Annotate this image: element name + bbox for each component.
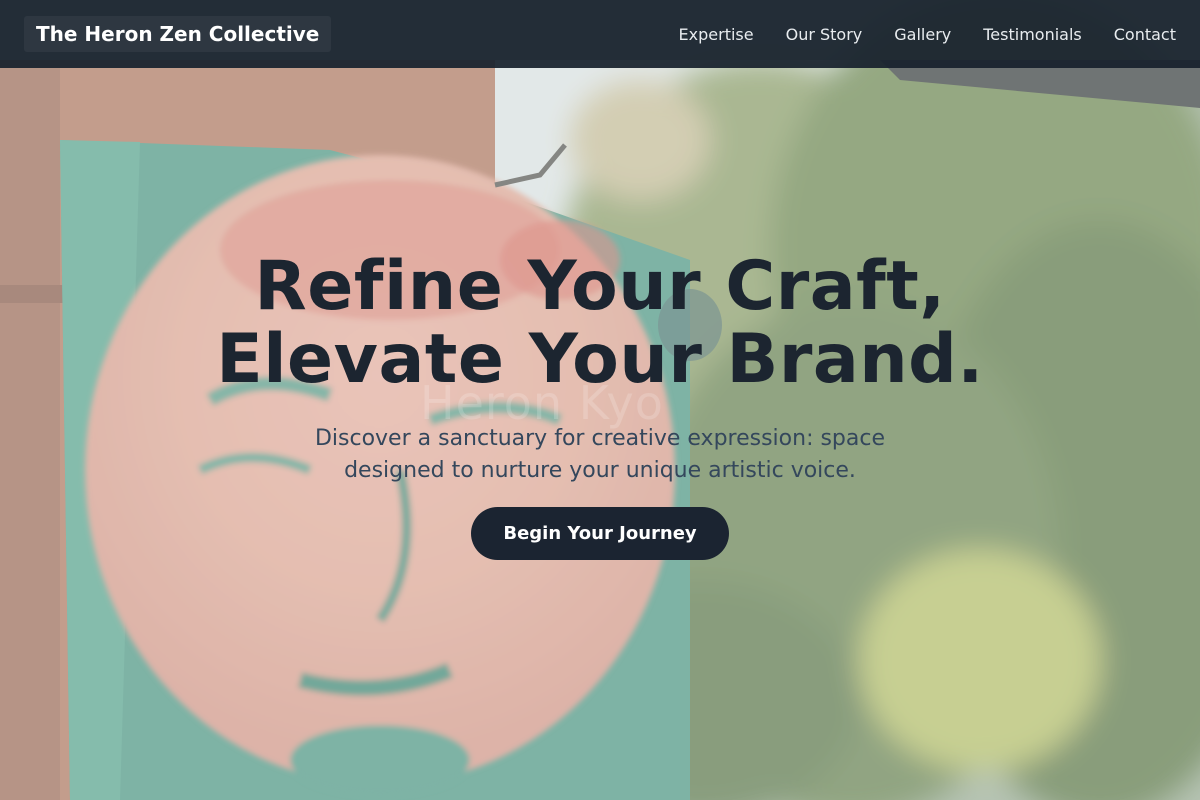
hero-section: Refine Your Craft, Elevate Your Brand. D… (0, 250, 1200, 560)
brand-logo-link[interactable]: The Heron Zen Collective (24, 16, 332, 52)
begin-journey-button[interactable]: Begin Your Journey (471, 507, 729, 560)
hero-title-line-2: Elevate Your Brand. (216, 320, 984, 399)
nav-link-gallery[interactable]: Gallery (894, 25, 951, 44)
nav-link-contact[interactable]: Contact (1114, 25, 1176, 44)
main-nav: Expertise Our Story Gallery Testimonials… (679, 0, 1176, 68)
page: Heron Kyo The Heron Zen Collective Exper… (0, 0, 1200, 800)
nav-link-testimonials[interactable]: Testimonials (983, 25, 1082, 44)
hero-title-line-1: Refine Your Craft, (254, 247, 946, 326)
nav-link-our-story[interactable]: Our Story (786, 25, 863, 44)
hero-title: Refine Your Craft, Elevate Your Brand. (0, 250, 1200, 396)
hero-subtitle: Discover a sanctuary for creative expres… (314, 426, 886, 483)
site-header: The Heron Zen Collective Expertise Our S… (0, 0, 1200, 68)
nav-link-expertise[interactable]: Expertise (679, 25, 754, 44)
